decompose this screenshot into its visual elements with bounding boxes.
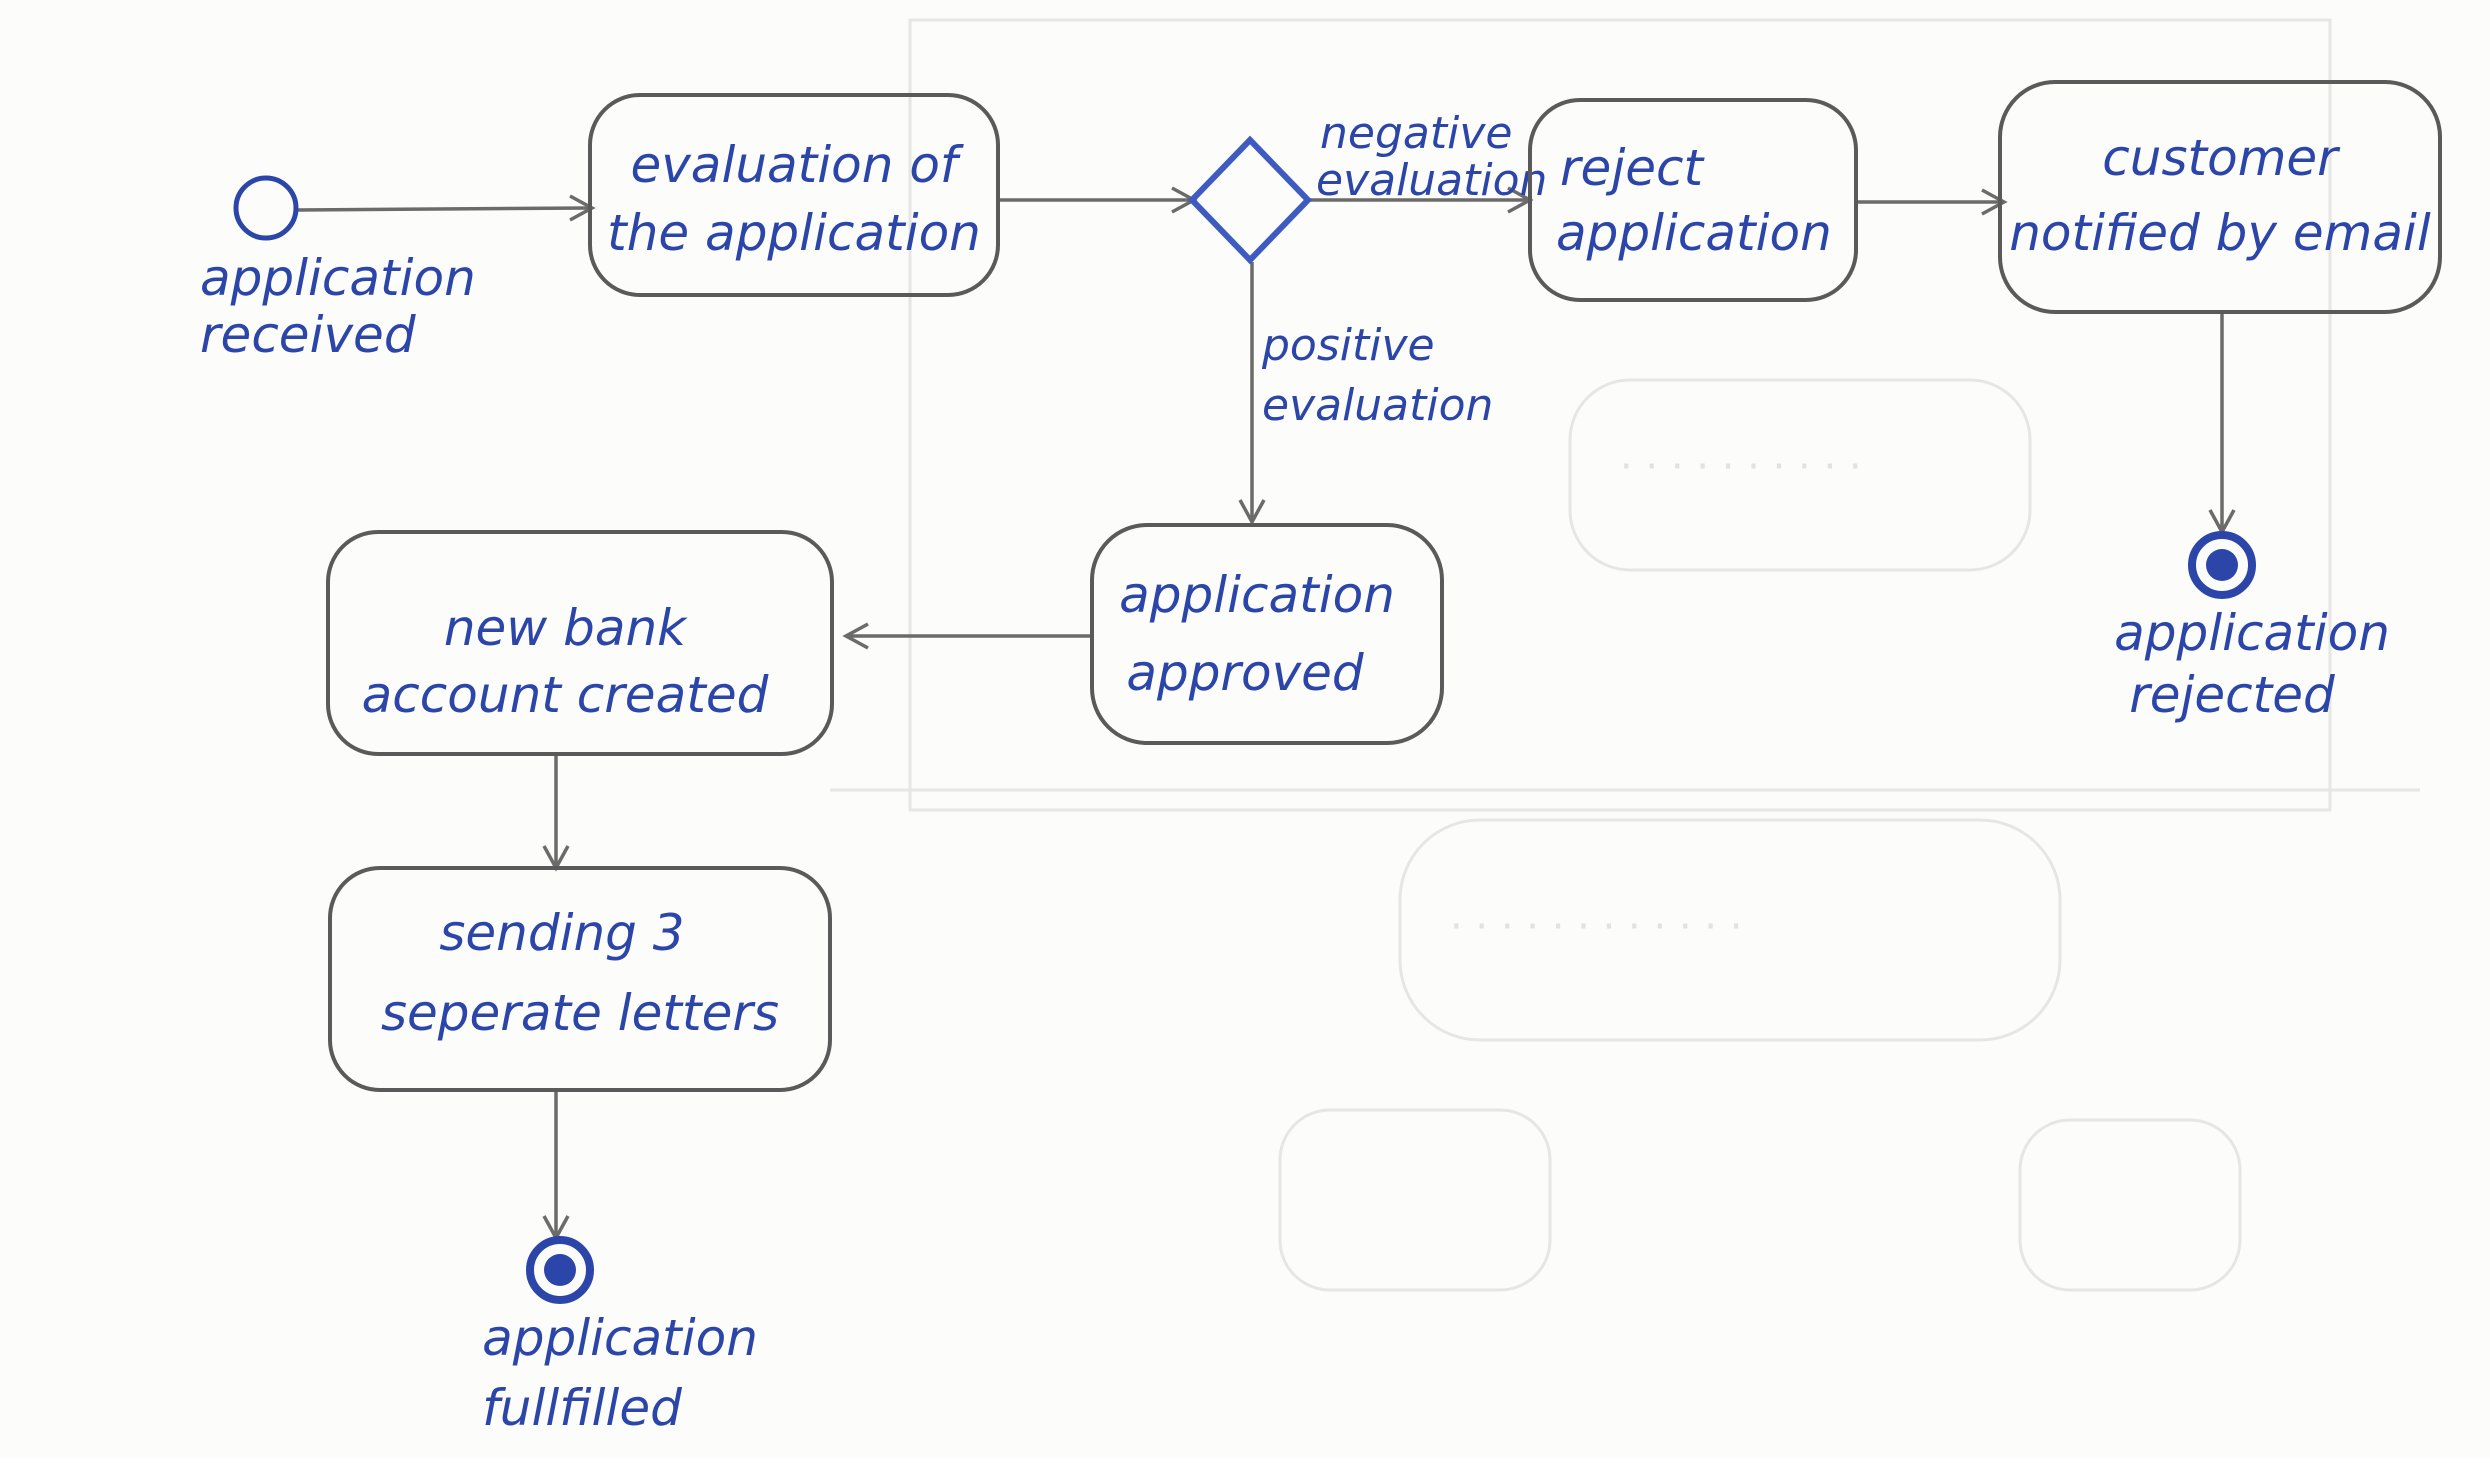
edge-start-to-evaluation — [297, 206, 591, 212]
customer-line2: notified by email — [2009, 204, 2431, 262]
approved-line2: approved — [1126, 644, 1364, 702]
svg-text:· · · · · · · · · · · ·: · · · · · · · · · · · · — [1450, 904, 1742, 950]
start-node: application received — [200, 175, 476, 364]
end-node-rejected: application rejected — [2114, 531, 2390, 724]
fulfilled-label-line2: fullfilled — [482, 1379, 682, 1437]
final-node-dot — [544, 1254, 576, 1286]
positive-evaluation-line2: evaluation — [1262, 380, 1493, 431]
letters-line2: seperate letters — [381, 984, 779, 1042]
action-sending-letters: sending 3 seperate letters — [328, 866, 832, 1092]
action-evaluation: evaluation of the application — [588, 93, 1000, 297]
reject-line2: application — [1556, 204, 1832, 262]
action-approved: application approved — [1090, 523, 1444, 745]
rejected-label-line2: rejected — [2129, 666, 2335, 724]
start-label-line1: application — [200, 249, 476, 307]
diagram-canvas: · · · · · · · · · · · · · · · · · · · · … — [0, 0, 2490, 1458]
action-account-created: new bank account created — [326, 530, 834, 756]
decision-node: negative evaluation positive evaluation — [1187, 108, 1547, 431]
approved-line1: application — [1119, 566, 1395, 624]
action-reject: reject application — [1528, 98, 1858, 302]
fulfilled-label-line1: application — [482, 1309, 758, 1367]
decision-diamond-icon — [1187, 135, 1313, 265]
rejected-label-line1: application — [2114, 604, 2390, 662]
initial-node-icon — [233, 175, 299, 241]
positive-evaluation-line1: positive — [1261, 320, 1435, 371]
letters-line1: sending 3 — [439, 904, 684, 962]
end-node-fulfilled: application fullfilled — [482, 1236, 758, 1437]
action-customer-notified: customer notified by email — [1998, 80, 2442, 314]
negative-evaluation-line2: evaluation — [1316, 155, 1547, 206]
evaluation-line1: evaluation of — [630, 136, 963, 194]
reject-line1: reject — [1560, 139, 1705, 197]
account-line1: new bank — [444, 599, 688, 657]
account-line2: account created — [362, 666, 769, 724]
negative-evaluation-line1: negative — [1320, 108, 1512, 159]
evaluation-line2: the application — [607, 204, 981, 262]
customer-line1: customer — [2102, 129, 2341, 187]
activity-diagram: · · · · · · · · · · · · · · · · · · · · … — [200, 18, 2442, 1437]
start-label-line2: received — [200, 306, 416, 364]
final-node-dot — [2206, 549, 2238, 581]
svg-text:· · · · · · · · · ·: · · · · · · · · · · — [1620, 444, 1862, 490]
